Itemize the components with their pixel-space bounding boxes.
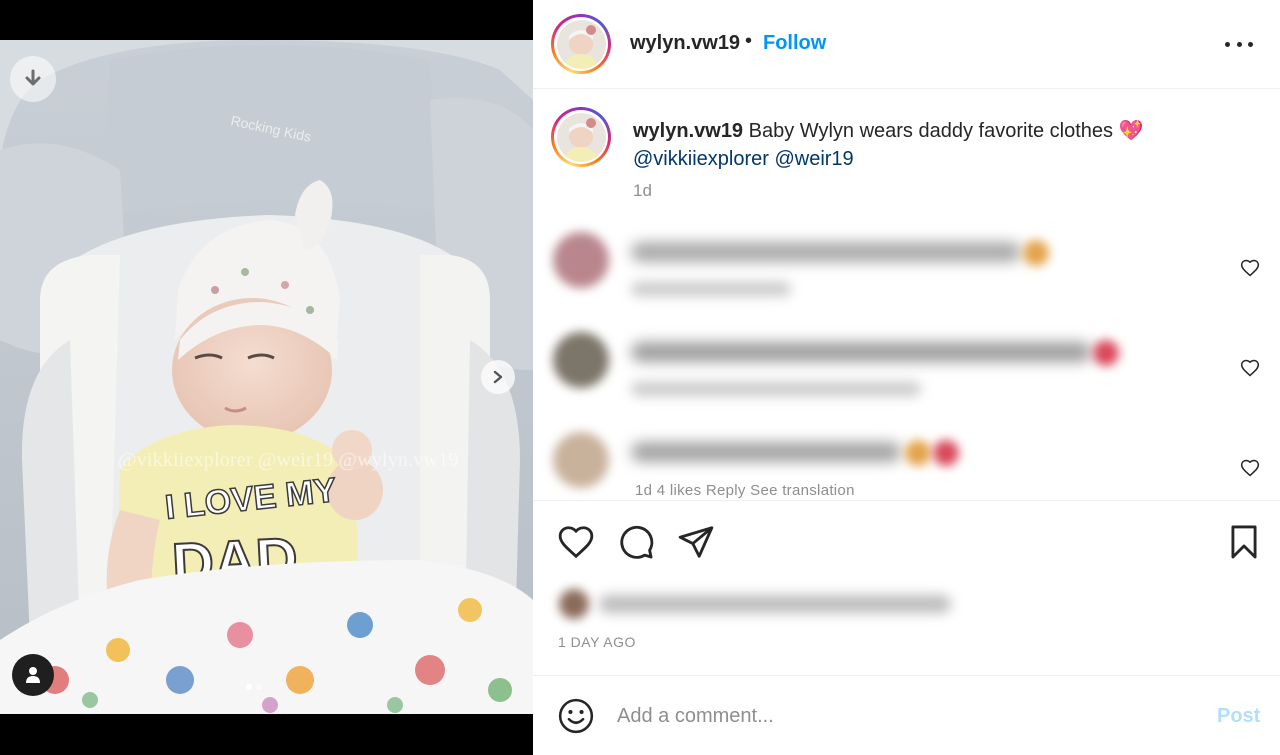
photo-watermark: @vikkiiexplorer @weir19 @wylyn.vw19 xyxy=(118,449,459,471)
comment-meta-peek: 1d 4 likes Reply See translation xyxy=(635,482,855,498)
caption-timestamp: 1d xyxy=(633,181,652,200)
emoji-icon[interactable] xyxy=(557,697,595,735)
commenter-avatar[interactable] xyxy=(553,432,609,488)
post-media: Rocking Kids I LOVE MY DAD @vikkiiexplor… xyxy=(0,0,533,755)
post-actions: 1 DAY AGO xyxy=(533,500,1280,676)
comment-emoji-blurred xyxy=(905,440,931,466)
comment-input[interactable] xyxy=(617,699,1177,733)
comment-item xyxy=(533,328,1280,418)
sparkling-heart-emoji: 💖 xyxy=(1118,120,1144,142)
more-horizontal-icon xyxy=(1225,41,1230,47)
more-options-button[interactable] xyxy=(1225,34,1253,54)
download-button[interactable] xyxy=(10,56,56,102)
comment-text-blurred xyxy=(631,342,1091,362)
tagged-users-button[interactable] xyxy=(12,654,54,696)
caption-text: Baby Wylyn wears daddy favorite clothes xyxy=(743,120,1119,142)
comment-emoji-blurred xyxy=(1023,240,1049,266)
author-avatar[interactable] xyxy=(551,14,611,74)
post-photo[interactable]: Rocking Kids I LOVE MY DAD @vikkiiexplor… xyxy=(0,40,533,714)
chevron-right-icon xyxy=(493,370,503,384)
likes-summary-blurred[interactable] xyxy=(557,587,957,621)
carousel-next-button[interactable] xyxy=(481,360,515,394)
share-icon[interactable] xyxy=(677,523,715,561)
comment-like-heart-icon[interactable] xyxy=(1240,258,1260,278)
caption-username[interactable]: wylyn.vw19 xyxy=(633,120,743,142)
commenter-avatar[interactable] xyxy=(553,232,609,288)
comment-item xyxy=(533,228,1280,318)
comment-emoji-blurred xyxy=(933,440,959,466)
post-details-panel: wylyn.vw19 • Follow wylyn.vw19 Baby Wyly… xyxy=(533,0,1280,755)
liker-avatar xyxy=(559,589,589,619)
add-comment-bar: Post xyxy=(533,677,1280,755)
post-caption: wylyn.vw19 Baby Wylyn wears daddy favori… xyxy=(633,117,1233,173)
post-comment-button[interactable]: Post xyxy=(1217,705,1260,728)
avatar-image xyxy=(556,19,606,69)
comment-like-heart-icon[interactable] xyxy=(1240,358,1260,378)
heart-icon[interactable] xyxy=(557,523,595,561)
comment-like-heart-icon[interactable] xyxy=(1240,458,1260,478)
carousel-dot-active xyxy=(246,684,252,690)
comments-list: 1d 4 likes Reply See translation xyxy=(533,220,1280,498)
comment-meta-blurred xyxy=(631,282,791,296)
baby-photo-illustration: Rocking Kids I LOVE MY DAD xyxy=(0,40,533,714)
comment-emoji-blurred xyxy=(1093,340,1119,366)
post-header: wylyn.vw19 • Follow xyxy=(533,0,1280,89)
download-icon xyxy=(25,69,41,86)
comment-icon[interactable] xyxy=(617,523,655,561)
bookmark-icon[interactable] xyxy=(1225,523,1263,561)
comment-text-blurred xyxy=(631,242,1021,262)
likes-text-blurred xyxy=(599,595,951,613)
comment-meta-blurred xyxy=(631,382,921,396)
follow-button[interactable]: Follow xyxy=(763,32,826,55)
post-timestamp: 1 DAY AGO xyxy=(558,634,636,650)
mention-link-weir19[interactable]: @weir19 xyxy=(774,148,853,170)
avatar-image xyxy=(556,112,606,162)
user-icon xyxy=(26,667,40,683)
comment-text-blurred xyxy=(631,442,901,462)
commenter-avatar[interactable] xyxy=(553,332,609,388)
carousel-indicator xyxy=(246,684,262,690)
author-username[interactable]: wylyn.vw19 xyxy=(630,32,740,55)
caption-avatar[interactable] xyxy=(551,107,611,167)
carousel-dot xyxy=(256,684,262,690)
header-separator: • xyxy=(745,30,753,52)
mention-link-vikkiiexplorer[interactable]: @vikkiiexplorer xyxy=(633,148,769,170)
